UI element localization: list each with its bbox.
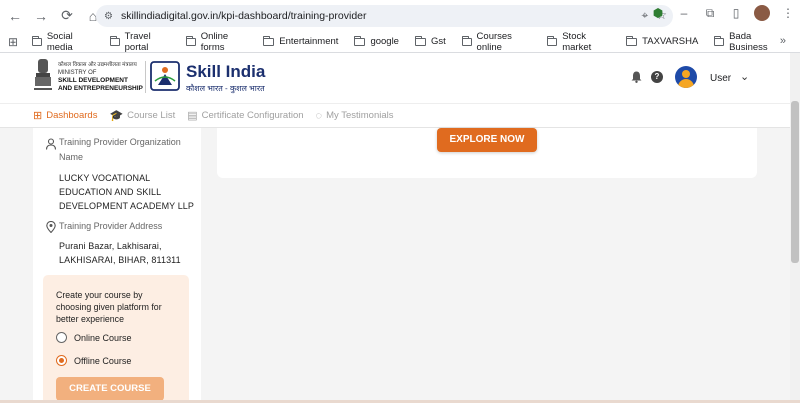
nav-tabs: ⊞ Dashboards 🎓 Course List ▤ Certificate… (0, 103, 790, 128)
folder-icon (547, 35, 558, 46)
profile-avatar-icon[interactable] (754, 5, 770, 21)
site-header: कौशल विकास और उद्यमशीलता मंत्रालय MINIST… (0, 53, 790, 103)
avatar-body (678, 79, 694, 88)
certificate-icon: ▤ (187, 110, 198, 122)
avatar-head (682, 70, 690, 78)
bookmark-item[interactable]: Courses online (461, 31, 532, 53)
testimonial-icon: ◌ (315, 109, 323, 122)
location-pin-icon (46, 221, 56, 233)
site-info-icon[interactable]: ⚙ (104, 11, 113, 22)
bookmarks-bar: ⊞ Social media Travel portal Online form… (0, 31, 800, 53)
radio-offline-course[interactable]: Offline Course (56, 355, 131, 366)
folder-icon (185, 35, 196, 46)
bookmark-item[interactable]: TAXVARSHA (626, 35, 698, 47)
folder-icon (461, 35, 472, 46)
tab-my-testimonials[interactable]: ◌ My Testimonials (316, 110, 394, 122)
person-icon (45, 138, 57, 150)
tab-dashboards[interactable]: ⊞ Dashboards (33, 109, 97, 122)
main-card: EXPLORE NOW (217, 128, 757, 178)
reload-icon[interactable]: ⟳ (56, 5, 78, 27)
graduation-cap-icon: 🎓 (109, 110, 124, 122)
folder-icon (354, 35, 366, 46)
explore-now-button[interactable]: EXPLORE NOW (437, 128, 537, 152)
help-icon[interactable]: ? (651, 71, 663, 83)
user-name[interactable]: User (710, 73, 731, 84)
chevron-down-icon[interactable]: ⌄ (740, 70, 749, 83)
org-value: LUCKY VOCATIONAL EDUCATION AND SKILL DEV… (59, 173, 195, 211)
bookmark-item[interactable]: Travel portal (109, 31, 170, 53)
header-divider (145, 61, 146, 93)
back-icon[interactable]: ← (4, 5, 26, 27)
brand-tagline: कौशल भारत - कुशल भारत (186, 84, 265, 93)
more-bookmarks-icon[interactable]: » (780, 35, 786, 47)
org-label: Training Provider Organization Name (59, 137, 181, 162)
provider-sidebar: Training Provider Organization Name LUCK… (33, 128, 201, 403)
folder-icon (109, 35, 120, 46)
apps-grid-icon[interactable]: ⊞ (8, 35, 18, 49)
sidebar-icon[interactable]: ▯ (728, 6, 744, 20)
address-bar[interactable]: ⚙ skillindiadigital.gov.in/kpi-dashboard… (96, 5, 673, 27)
bookmark-item[interactable]: Gst (414, 35, 446, 47)
tab-course-list[interactable]: 🎓 Course List (109, 109, 175, 122)
extension-icon[interactable]: ⬢ (650, 6, 666, 20)
extensions-puzzle-icon[interactable]: ⧉ (702, 6, 718, 21)
bookmark-item[interactable]: Bada Business (714, 31, 784, 53)
folder-icon (32, 35, 42, 46)
address-label: Training Provider Address (59, 221, 163, 231)
bookmark-item[interactable]: Stock market (547, 31, 610, 53)
menu-dots-icon[interactable]: ⋮ (780, 6, 796, 20)
skill-india-logo-icon (150, 61, 180, 91)
create-course-panel: Create your course by choosing given pla… (43, 275, 189, 403)
scroll-thumb[interactable] (791, 101, 799, 263)
ministry-name: कौशल विकास और उद्यमशीलता मंत्रालय MINIST… (58, 62, 143, 92)
page-scrollbar[interactable] (790, 53, 800, 403)
brand-title[interactable]: Skill India (186, 62, 265, 82)
bookmark-item[interactable]: Entertainment (263, 35, 338, 47)
user-avatar[interactable] (675, 66, 697, 88)
separator-icon: – (680, 6, 688, 20)
folder-icon (714, 35, 725, 46)
folder-icon (414, 35, 426, 46)
browser-toolbar: ← → ⟳ ⌂ ⚙ skillindiadigital.gov.in/kpi-d… (0, 0, 800, 31)
radio-button-selected[interactable] (56, 355, 67, 366)
dashboard-grid-icon: ⊞ (33, 110, 43, 122)
address-value: Purani Bazar, Lakhisarai, LAKHISARAI, BI… (59, 241, 181, 265)
url-text[interactable]: skillindiadigital.gov.in/kpi-dashboard/t… (121, 10, 367, 22)
national-emblem-icon (34, 59, 52, 90)
radio-button[interactable] (56, 332, 67, 343)
bookmark-item[interactable]: Online forms (185, 31, 247, 53)
location-icon[interactable]: ⌖ (641, 8, 648, 23)
forward-icon[interactable]: → (30, 5, 52, 27)
create-course-button[interactable]: CREATE COURSE (56, 377, 164, 401)
folder-icon (626, 35, 638, 46)
bookmark-item[interactable]: google (354, 35, 399, 47)
radio-online-course[interactable]: Online Course (56, 332, 132, 343)
bookmark-item[interactable]: Social media (32, 31, 94, 53)
tab-certificate-configuration[interactable]: ▤ Certificate Configuration (187, 109, 303, 122)
folder-icon (263, 35, 275, 46)
notification-bell-icon[interactable] (631, 71, 642, 83)
promo-text: Create your course by choosing given pla… (56, 290, 162, 324)
